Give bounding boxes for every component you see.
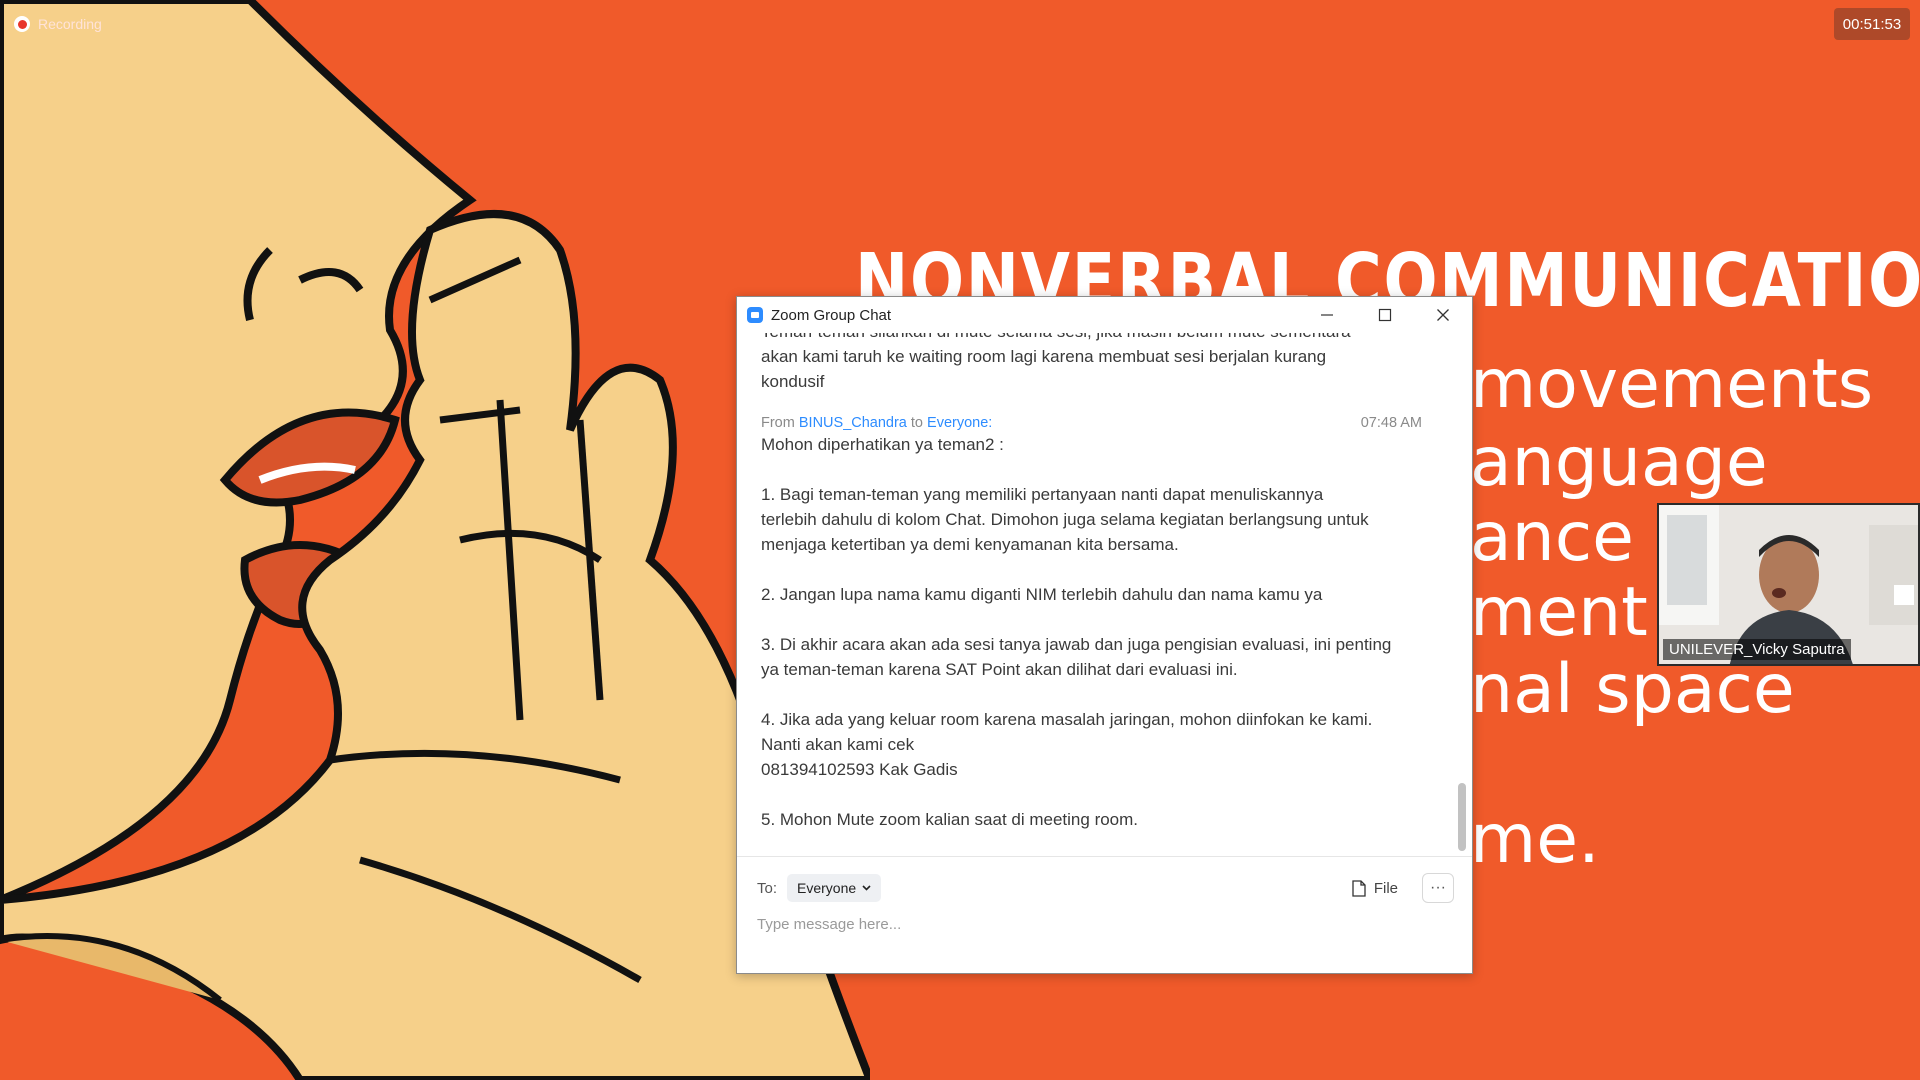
slide-line: me. (1470, 800, 1600, 879)
slide-line: ment (1470, 573, 1648, 652)
scrollbar-thumb[interactable] (1458, 783, 1466, 851)
maximize-icon (1378, 308, 1392, 322)
to-word: to (910, 415, 923, 431)
file-label: File (1373, 879, 1398, 897)
close-button[interactable] (1414, 297, 1472, 333)
chat-window-title: Zoom Group Chat (771, 306, 892, 324)
chat-divider (737, 856, 1472, 857)
participant-video[interactable]: UNILEVER_Vicky Saputra (1657, 503, 1920, 666)
recording-indicator[interactable]: Recording (14, 16, 102, 32)
more-icon: ··· (1430, 879, 1446, 896)
message-header: From BINUS_Chandra to Everyone: 07:48 AM (737, 414, 1454, 432)
message-recipient[interactable]: Everyone: (927, 415, 992, 431)
message-input[interactable] (757, 911, 1437, 937)
chevron-down-icon (862, 885, 871, 891)
recipient-dropdown[interactable]: Everyone (787, 874, 882, 902)
more-options-button[interactable]: ··· (1422, 873, 1454, 903)
chat-messages[interactable]: Teman-teman silahkan di mute selama sesi… (737, 333, 1454, 853)
minimize-button[interactable] (1298, 297, 1356, 333)
meeting-timer: 00:51:53 (1834, 8, 1910, 40)
chat-scrollbar[interactable] (1458, 337, 1466, 851)
close-icon (1437, 309, 1449, 321)
recording-label: Recording (38, 16, 102, 32)
record-icon (14, 16, 30, 32)
previous-message-text: Teman-teman silahkan di mute selama sesi… (761, 333, 1351, 391)
slide-line: ance (1470, 498, 1634, 577)
message-body: Mohon diperhatikan ya teman2 : 1. Bagi t… (761, 435, 1392, 829)
maximize-button[interactable] (1356, 297, 1414, 333)
from-label: From (761, 415, 795, 431)
zoom-group-chat-window[interactable]: Zoom Group Chat Teman-teman silahkan di … (736, 296, 1473, 974)
message-time: 07:48 AM (1360, 415, 1422, 431)
zoom-app-icon (747, 307, 763, 323)
recipient-value: Everyone (797, 880, 857, 896)
chat-titlebar[interactable]: Zoom Group Chat (737, 297, 1472, 333)
file-icon (1352, 879, 1366, 897)
slide-line: movements (1470, 345, 1874, 424)
recipient-row: To: Everyone File ··· (757, 873, 1454, 903)
slide-line: anguage (1470, 423, 1768, 502)
sender-name[interactable]: BINUS_Chandra (799, 415, 907, 431)
to-label: To: (757, 879, 778, 897)
participant-name: UNILEVER_Vicky Saputra (1663, 639, 1851, 660)
minimize-icon (1321, 314, 1333, 316)
file-button[interactable]: File (1352, 873, 1398, 903)
